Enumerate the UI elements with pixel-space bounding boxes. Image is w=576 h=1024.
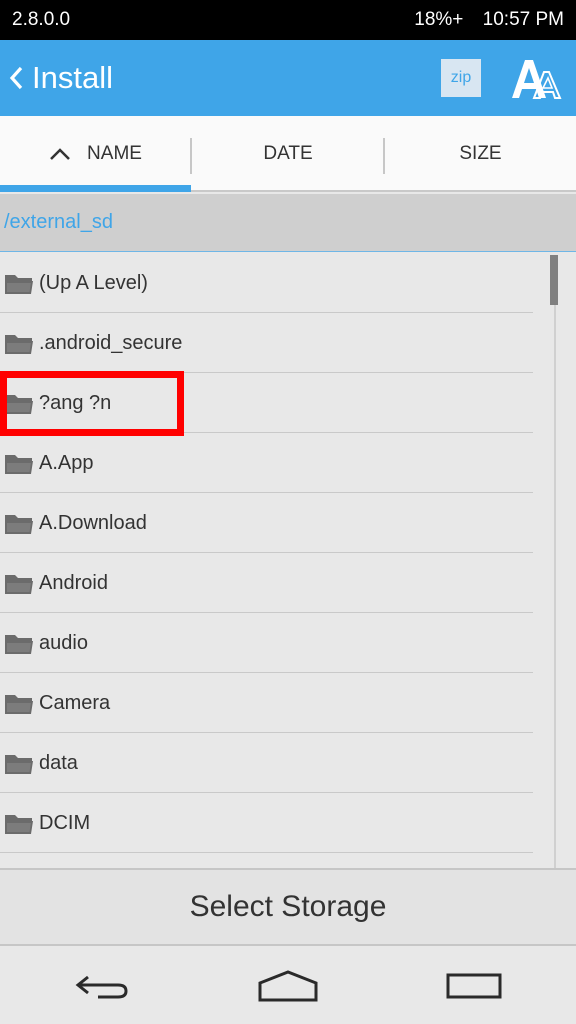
list-item-partial[interactable]: [0, 853, 533, 868]
file-name: ?ang ?n: [39, 392, 112, 414]
folder-icon: [5, 395, 33, 414]
file-name: Android: [39, 572, 108, 594]
select-storage-button[interactable]: Select Storage: [0, 868, 576, 946]
folder-icon: [5, 695, 33, 714]
app-version: 2.8.0.0: [12, 9, 71, 30]
file-name: .android_secure: [39, 332, 183, 354]
tab-label: DATE: [263, 143, 313, 164]
home-icon: [258, 970, 318, 1002]
page-title: Install: [32, 60, 113, 95]
folder-icon: [5, 755, 33, 774]
tab-sort-date[interactable]: DATE: [192, 116, 384, 192]
folder-icon: [5, 335, 33, 354]
list-item[interactable]: Camera: [0, 673, 533, 733]
chevron-left-icon: [8, 58, 30, 98]
folder-icon: [5, 275, 33, 294]
tab-sort-size[interactable]: SIZE: [385, 116, 576, 192]
back-icon: [75, 975, 128, 999]
folder-icon: [5, 575, 33, 594]
active-tab-indicator: [0, 185, 191, 192]
list-item[interactable]: Android: [0, 553, 533, 613]
file-name: A.App: [39, 452, 94, 474]
folder-icon: [5, 515, 33, 534]
sort-bar: NAME DATE SIZE: [0, 116, 576, 192]
select-storage-label: Select Storage: [189, 890, 387, 923]
app-bar: Install zip: [0, 40, 576, 116]
list-item[interactable]: A.Download: [0, 493, 533, 553]
scrollbar-thumb[interactable]: [550, 255, 558, 305]
list-item[interactable]: data: [0, 733, 533, 793]
status-indicators: 18%+ 10:57 PM: [400, 9, 564, 31]
path-bar: /external_sd: [0, 194, 576, 252]
file-name: data: [39, 752, 78, 774]
system-nav-bar: [0, 946, 576, 1024]
font-size-icon: [512, 60, 562, 99]
file-name: Camera: [39, 692, 111, 714]
tab-label: SIZE: [459, 143, 502, 164]
list-item[interactable]: DCIM: [0, 793, 533, 853]
list-item[interactable]: audio: [0, 613, 533, 673]
nav-home-button[interactable]: [250, 964, 326, 1008]
nav-back-button[interactable]: [64, 964, 140, 1008]
file-list[interactable]: (Up A Level) .android_secure ?ang ?n A.A…: [0, 253, 576, 868]
status-bar: 2.8.0.0 18%+ 10:57 PM: [0, 0, 576, 40]
zip-button[interactable]: zip: [441, 59, 481, 97]
tab-label: NAME: [87, 143, 142, 164]
font-size-button[interactable]: [508, 54, 564, 104]
file-name: (Up A Level): [39, 272, 148, 294]
list-item[interactable]: .android_secure: [0, 313, 533, 373]
folder-icon: [5, 815, 33, 834]
tab-sort-name[interactable]: NAME: [0, 116, 191, 192]
recents-icon: [446, 973, 502, 999]
folder-icon: [5, 635, 33, 654]
list-item[interactable]: (Up A Level): [0, 253, 533, 313]
scrollbar-track: [554, 255, 556, 868]
chevron-up-icon: [50, 148, 70, 160]
nav-recents-button[interactable]: [436, 964, 512, 1008]
folder-icon: [5, 455, 33, 474]
battery-level: 18%+: [414, 9, 464, 30]
zip-label: zip: [450, 69, 472, 86]
list-item[interactable]: ?ang ?n: [0, 373, 533, 433]
file-name: DCIM: [39, 812, 91, 834]
file-name: A.Download: [39, 512, 147, 534]
list-item[interactable]: A.App: [0, 433, 533, 493]
clock: 10:57 PM: [482, 9, 564, 30]
current-path[interactable]: /external_sd: [4, 211, 113, 234]
back-nav-button[interactable]: Install: [8, 58, 113, 98]
file-name: audio: [39, 632, 88, 654]
